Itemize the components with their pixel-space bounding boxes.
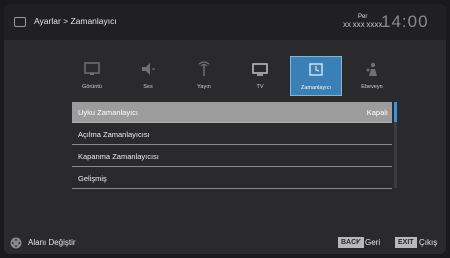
tab-goruntu[interactable]: Görüntü	[66, 56, 118, 96]
back-arrow-icon	[359, 241, 362, 245]
tab-yayin[interactable]: Yayın	[178, 56, 230, 96]
navigation-icon	[10, 237, 22, 249]
clock-day: Per	[358, 14, 368, 20]
menu-item-label: Kapanma Zamanlayıcısı	[78, 152, 159, 161]
parental-icon	[366, 62, 377, 76]
menu-item-value: Kapalı	[366, 108, 388, 117]
clock-date: XX XXX XXXX	[343, 23, 383, 29]
navigation-hint: Alanı Değiştir	[28, 238, 76, 247]
category-tabs: Görüntü Ses Yayın TV Zamanlayıcı Ebeveyn	[66, 56, 396, 96]
exit-arrow-icon	[413, 241, 416, 245]
tab-label: TV	[256, 84, 264, 90]
tab-label: Yayın	[197, 84, 211, 90]
scroll-thumb[interactable]	[394, 102, 397, 122]
menu-item-sleep-timer[interactable]: Uyku Zamanlayıcı Kapalı	[72, 102, 392, 123]
tab-label: Ebeveyn	[361, 84, 383, 90]
clock-time: 14:00	[381, 12, 429, 31]
back-label: Geri	[365, 238, 381, 247]
tab-label: Zamanlayıcı	[301, 85, 331, 91]
menu-item-advanced[interactable]: Gelişmiş	[72, 168, 392, 189]
settings-logo-icon	[14, 17, 26, 27]
menu-item-on-timer[interactable]: Açılma Zamanlayıcısı	[72, 124, 392, 145]
menu-scrollbar[interactable]	[394, 102, 397, 188]
exit-label: Çıkış	[419, 238, 438, 247]
menu-item-label: Açılma Zamanlayıcısı	[78, 130, 150, 139]
speaker-icon	[142, 63, 155, 75]
tab-ebeveyn[interactable]: Ebeveyn	[346, 56, 398, 96]
tab-ses[interactable]: Ses	[122, 56, 174, 96]
menu-item-label: Gelişmiş	[78, 174, 107, 183]
antenna-icon	[198, 61, 210, 76]
picture-icon	[84, 62, 100, 75]
timer-icon	[309, 63, 323, 76]
tab-zamanlayici[interactable]: Zamanlayıcı	[290, 56, 342, 96]
tab-label: Ses	[143, 84, 153, 90]
settings-window: Ayarlar > Zamanlayıcı Per XX XXX XXXX 14…	[4, 4, 446, 254]
breadcrumb: Ayarlar > Zamanlayıcı	[34, 16, 117, 26]
timer-menu-list: Uyku Zamanlayıcı Kapalı Açılma Zamanlayı…	[72, 102, 392, 190]
menu-item-off-timer[interactable]: Kapanma Zamanlayıcısı	[72, 146, 392, 167]
header-bar: Ayarlar > Zamanlayıcı Per XX XXX XXXX 14…	[4, 4, 446, 40]
tab-label: Görüntü	[82, 84, 102, 90]
footer-bar: Alanı Değiştir BACK Geri EXIT Çıkış	[4, 230, 446, 254]
tv-icon	[252, 63, 268, 76]
menu-item-label: Uyku Zamanlayıcı	[78, 108, 139, 117]
tab-tv[interactable]: TV	[234, 56, 286, 96]
